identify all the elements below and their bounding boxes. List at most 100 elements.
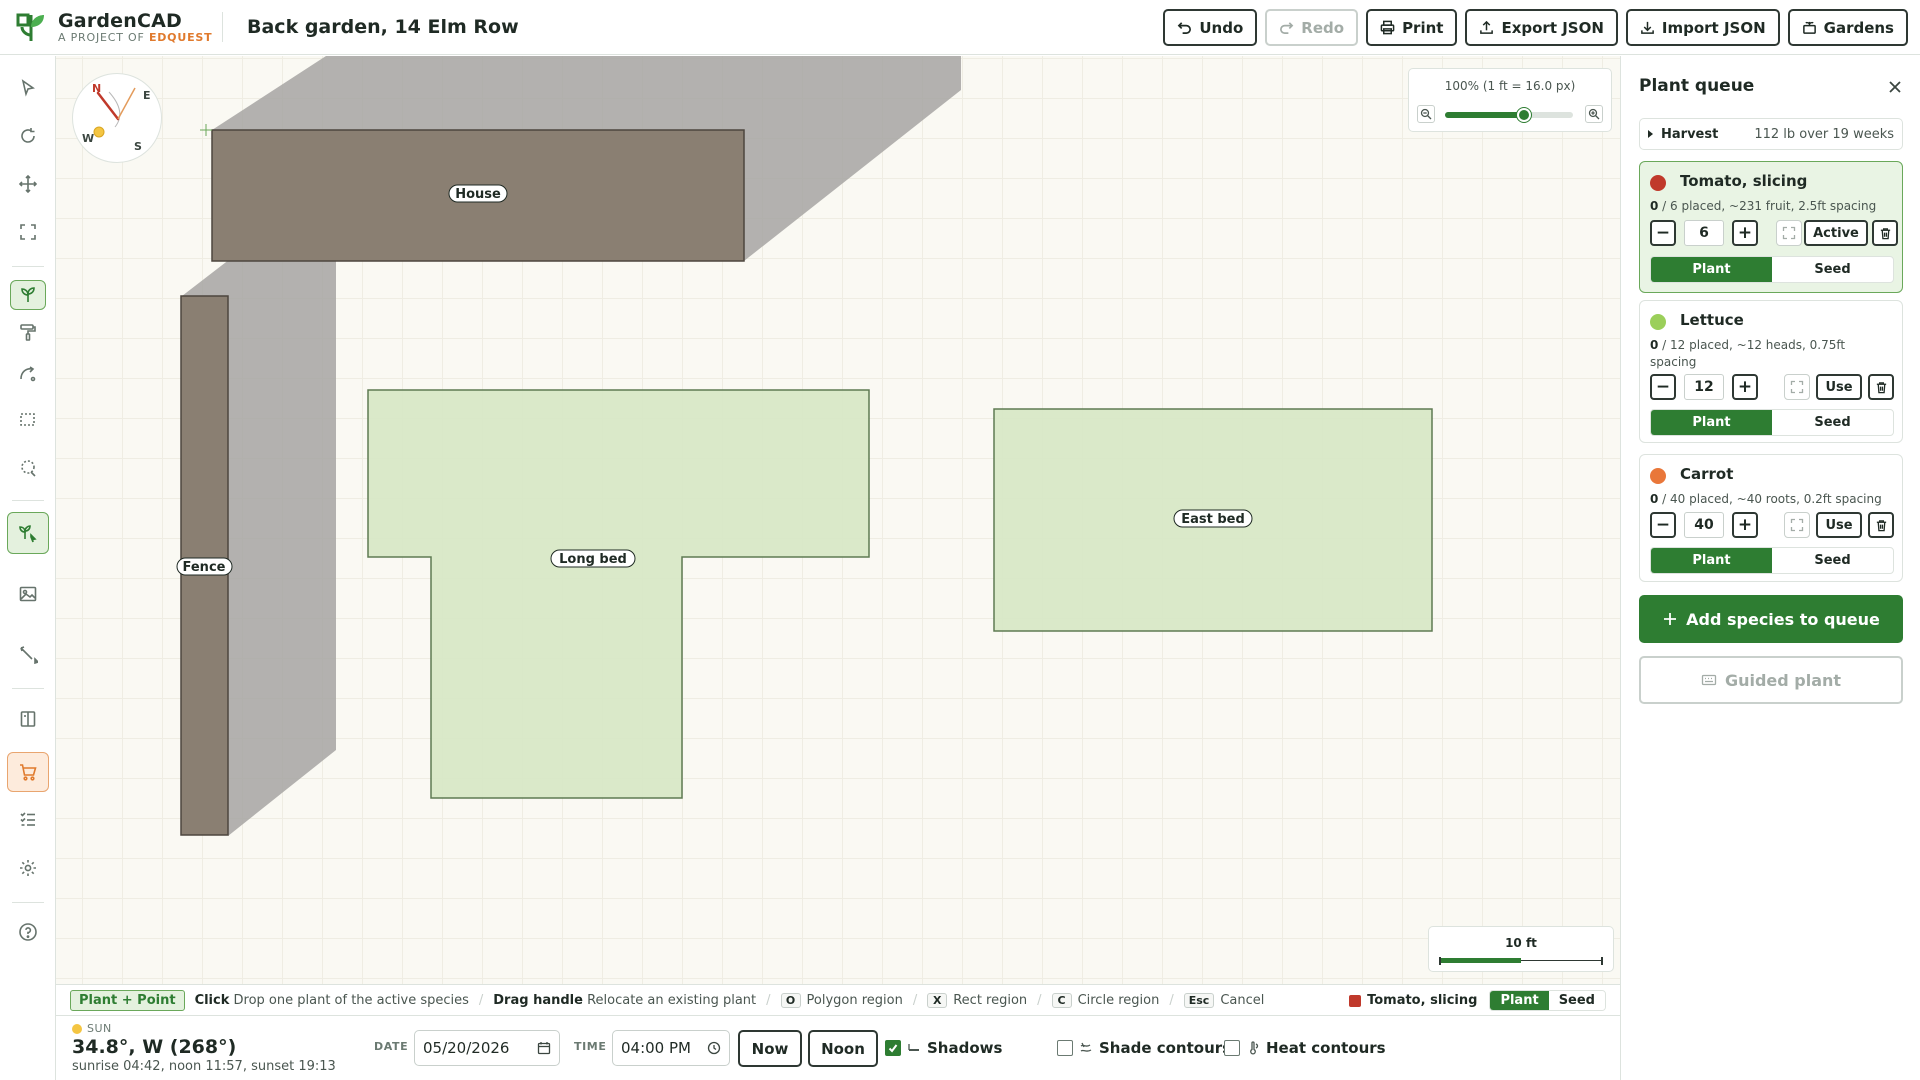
rail-divider (12, 266, 44, 267)
increment-button[interactable]: + (1732, 220, 1758, 246)
measure-icon (20, 646, 38, 664)
book-icon (20, 711, 36, 727)
shade-contours-toggle[interactable]: Shade contours (1057, 1039, 1231, 1057)
tasks-tool[interactable] (8, 801, 48, 837)
plant-point-tool[interactable] (7, 512, 49, 554)
help-button[interactable] (8, 914, 48, 950)
queue-item-lettuce[interactable]: Lettuce 0 / 12 placed, ~12 heads, 0.75ft… (1639, 300, 1903, 443)
shade-contours-checkbox[interactable] (1057, 1040, 1073, 1056)
zoom-slider-thumb[interactable] (1517, 108, 1532, 122)
shopping-tool[interactable] (7, 752, 49, 792)
rotate-tool[interactable] (8, 118, 48, 154)
redo-icon (1280, 22, 1294, 34)
header-divider (222, 12, 223, 42)
settings-tool[interactable] (8, 850, 48, 886)
contour-icon (1080, 1042, 1092, 1052)
print-button[interactable]: Print (1366, 9, 1458, 46)
active-species-indicator: Tomato, slicing Plant Seed (1349, 990, 1606, 1011)
checklist-icon (20, 812, 35, 826)
use-button[interactable]: Use (1816, 374, 1862, 400)
move-icon (18, 174, 38, 194)
move-tool[interactable] (8, 166, 48, 202)
close-icon[interactable] (1886, 78, 1904, 96)
use-button[interactable]: Use (1816, 512, 1862, 538)
garden-plot[interactable]: House Fence Long bed East bed (56, 56, 1620, 984)
upload-icon (1480, 20, 1494, 34)
garden-canvas[interactable]: House Fence Long bed East bed N E S W 10… (56, 56, 1620, 984)
queue-item-tomato[interactable]: Tomato, slicing 0 / 6 placed, ~231 fruit… (1639, 161, 1903, 293)
library-tool[interactable] (8, 701, 48, 737)
plant-mode-button[interactable]: Plant (1651, 257, 1772, 282)
fill-region-button[interactable] (1776, 220, 1802, 246)
zoom-out-button[interactable] (1417, 105, 1435, 123)
shadow-icon (908, 1044, 919, 1051)
import-json-button[interactable]: Import JSON (1625, 9, 1780, 46)
plant-tool[interactable] (10, 280, 46, 310)
sun-compass: N E S W (72, 73, 162, 163)
harvest-summary[interactable]: Harvest 112 lb over 19 weeks (1639, 118, 1903, 150)
seed-mode-button[interactable]: Seed (1772, 548, 1893, 573)
scale-bar: 10 ft (1428, 926, 1614, 972)
delete-button[interactable] (1868, 374, 1894, 400)
export-json-button[interactable]: Export JSON (1465, 9, 1618, 46)
fill-region-button[interactable] (1784, 374, 1810, 400)
quantity-input[interactable]: 12 (1684, 374, 1724, 400)
gardens-button[interactable]: Gardens (1787, 9, 1908, 46)
plant-mode-button[interactable]: Plant (1651, 410, 1772, 435)
decrement-button[interactable]: − (1650, 374, 1676, 400)
zoom-slider[interactable] (1445, 108, 1573, 122)
plant-mode-button[interactable]: Plant (1651, 548, 1772, 573)
redo-button[interactable]: Redo (1265, 9, 1359, 46)
species-color-dot (1650, 175, 1666, 191)
quantity-input[interactable]: 40 (1684, 512, 1724, 538)
species-color-dot (1650, 468, 1666, 484)
active-button[interactable]: Active (1804, 220, 1868, 246)
add-species-button[interactable]: Add species to queue (1639, 595, 1903, 643)
shadows-toggle[interactable]: Shadows (885, 1039, 1002, 1057)
decrement-button[interactable]: − (1650, 512, 1676, 538)
heat-contours-checkbox[interactable] (1224, 1040, 1240, 1056)
shadows-checkbox[interactable] (885, 1040, 901, 1056)
curve-tool[interactable] (8, 356, 48, 392)
scale-ruler (1439, 957, 1603, 965)
quantity-controls: − 12 + Use (1650, 374, 1896, 402)
heat-contours-toggle[interactable]: Heat contours (1224, 1039, 1386, 1057)
garden-title: Back garden, 14 Elm Row (247, 16, 519, 38)
select-tool[interactable] (8, 70, 48, 106)
noon-button[interactable]: Noon (808, 1030, 878, 1067)
measure-tool[interactable] (8, 636, 48, 672)
fit-view-tool[interactable] (8, 214, 48, 250)
guided-plant-button[interactable]: Guided plant (1639, 656, 1903, 704)
zoom-in-button[interactable] (1585, 105, 1603, 123)
region-icon (1790, 380, 1804, 394)
time-input[interactable]: 04:00 PM (612, 1030, 730, 1066)
lasso-tool[interactable] (8, 450, 48, 486)
rect-region-tool[interactable] (8, 402, 48, 438)
panel-title: Plant queue (1639, 76, 1755, 96)
image-tool[interactable] (8, 576, 48, 612)
plant-mode-button[interactable]: Plant (1490, 991, 1549, 1010)
decrement-button[interactable]: − (1650, 220, 1676, 246)
seed-mode-button[interactable]: Seed (1772, 257, 1893, 282)
delete-button[interactable] (1872, 220, 1898, 246)
rail-divider (12, 902, 44, 903)
now-button[interactable]: Now (738, 1030, 802, 1067)
undo-button[interactable]: Undo (1163, 9, 1258, 46)
zoom-control: 100% (1 ft = 16.0 px) (1408, 68, 1612, 132)
increment-button[interactable]: + (1732, 374, 1758, 400)
paint-tool[interactable] (8, 314, 48, 350)
species-name: Tomato, slicing (1680, 172, 1808, 190)
long-bed-shape[interactable] (367, 389, 870, 799)
quantity-input[interactable]: 6 (1684, 220, 1724, 246)
seed-mode-button[interactable]: Seed (1548, 991, 1605, 1010)
date-input[interactable]: 05/20/2026 (414, 1030, 560, 1066)
fill-region-button[interactable] (1784, 512, 1810, 538)
delete-button[interactable] (1868, 512, 1894, 538)
increment-button[interactable]: + (1732, 512, 1758, 538)
printer-icon (1380, 20, 1395, 35)
hint-rect: X Rect region (927, 992, 1027, 1008)
trash-icon (1876, 519, 1886, 531)
queue-item-carrot[interactable]: Carrot 0 / 40 placed, ~40 roots, 0.2ft s… (1639, 454, 1903, 582)
active-species-name: Tomato, slicing (1367, 993, 1478, 1008)
seed-mode-button[interactable]: Seed (1772, 410, 1893, 435)
